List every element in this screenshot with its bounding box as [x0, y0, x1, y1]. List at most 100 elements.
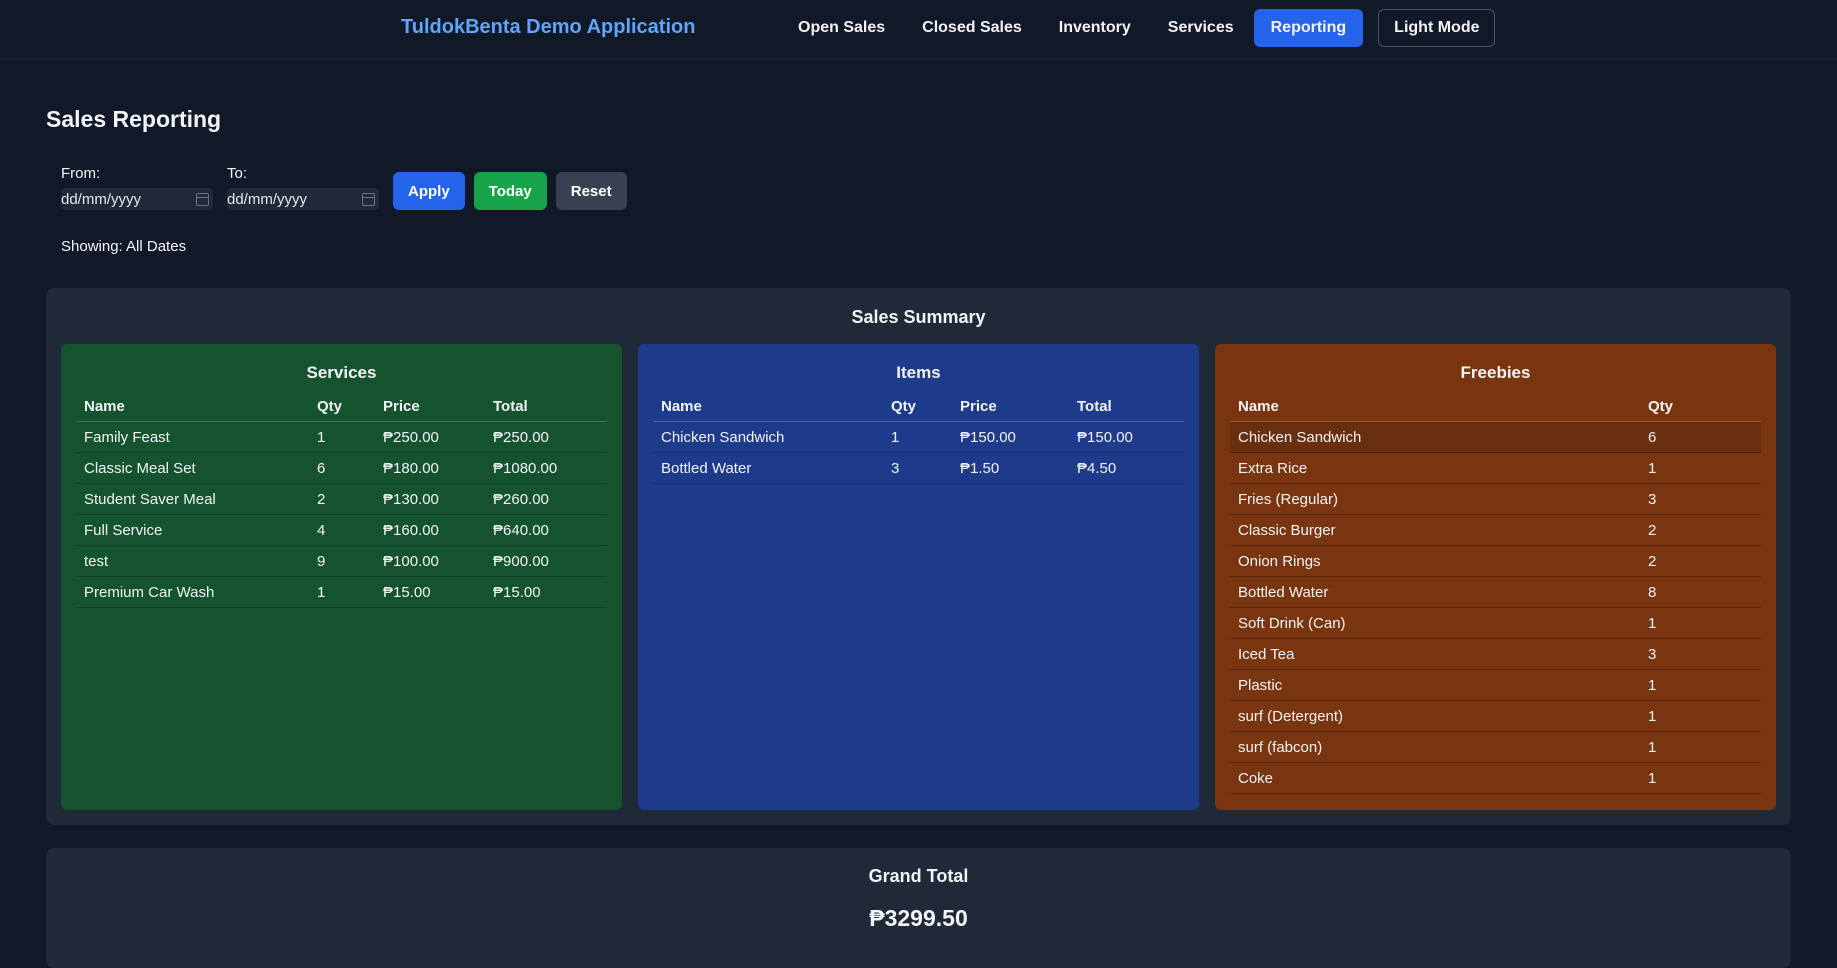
from-date-group: From: dd/mm/yyyy [61, 165, 213, 210]
table-cell: test [76, 545, 309, 577]
grand-total-title: Grand Total [868, 866, 969, 886]
table-cell: ₱900.00 [485, 545, 607, 577]
table-cell: 1 [1640, 700, 1761, 732]
table-cell: Chicken Sandwich [653, 421, 883, 453]
column-header: Total [1069, 391, 1184, 422]
reset-button[interactable]: Reset [555, 172, 627, 210]
table-row: Plastic 1 [1230, 669, 1761, 701]
table-cell: 1 [1640, 452, 1761, 484]
table-row: Onion Rings 2 [1230, 545, 1761, 577]
table-cell: 3 [883, 452, 952, 484]
grand-total-value: ₱3299.50 [869, 905, 968, 931]
showing-range-text: Showing: All Dates [61, 238, 187, 255]
nav-link-open-sales[interactable]: Open Sales [781, 9, 902, 47]
table-cell: ₱1080.00 [485, 452, 607, 484]
table-cell: Bottled Water [653, 452, 883, 484]
table-cell: 2 [1640, 545, 1761, 577]
nav-links: Open Sales Closed Sales Inventory Servic… [781, 9, 1496, 47]
table-row: surf (Detergent) 1 [1230, 700, 1761, 732]
table-cell: Full Service [76, 514, 309, 546]
table-cell: surf (fabcon) [1230, 731, 1640, 763]
table-cell: Extra Rice [1230, 452, 1640, 484]
freebies-table: Name Qty Chicken Sandwich 6 Extra Rice 1 Fri… [1230, 391, 1761, 794]
freebies-table-body: Chicken Sandwich 6 Extra Rice 1 Fries (Regul… [1230, 421, 1761, 794]
table-row: Chicken Sandwich 6 [1230, 421, 1761, 453]
services-table: Name Qty Price Total Family Feast 1 ₱250.0… [76, 391, 607, 608]
from-date-input[interactable]: dd/mm/yyyy [61, 188, 213, 210]
table-cell: 1 [1640, 731, 1761, 763]
to-date-placeholder: dd/mm/yyyy [227, 190, 308, 208]
theme-toggle-button[interactable]: Light Mode [1378, 9, 1496, 47]
nav-link-services[interactable]: Services [1151, 9, 1251, 47]
items-panel: Items Name Qty Price Total Chicken Sandw… [638, 344, 1199, 810]
table-row: test 9 ₱100.00 ₱900.00 [76, 545, 607, 577]
table-row: Bottled Water 3 ₱1.50 ₱4.50 [653, 452, 1184, 484]
table-header-row: Name Qty Price Total [76, 391, 607, 422]
table-row: Family Feast 1 ₱250.00 ₱250.00 [76, 421, 607, 453]
table-cell: 4 [309, 514, 375, 546]
table-cell: Chicken Sandwich [1230, 421, 1640, 453]
table-cell: Student Saver Meal [76, 483, 309, 515]
services-panel: Services Name Qty Price Total Family Fea… [61, 344, 622, 810]
column-header: Name [1230, 391, 1640, 422]
table-cell: ₱15.00 [485, 576, 607, 608]
table-cell: 1 [1640, 607, 1761, 639]
table-cell: ₱100.00 [375, 545, 485, 577]
table-cell: 9 [309, 545, 375, 577]
freebies-panel-title: Freebies [1460, 363, 1531, 382]
nav-link-inventory[interactable]: Inventory [1042, 9, 1148, 47]
to-date-group: To: dd/mm/yyyy [227, 165, 379, 210]
today-button[interactable]: Today [473, 172, 547, 210]
grand-total-card: Grand Total ₱3299.50 [46, 848, 1791, 968]
table-cell: ₱250.00 [485, 421, 607, 453]
table-row: Full Service 4 ₱160.00 ₱640.00 [76, 514, 607, 546]
table-row: Student Saver Meal 2 ₱130.00 ₱260.00 [76, 483, 607, 515]
apply-button[interactable]: Apply [393, 172, 465, 210]
table-cell: ₱640.00 [485, 514, 607, 546]
column-header: Total [485, 391, 607, 422]
table-row: Coke 1 [1230, 762, 1761, 794]
table-cell: Family Feast [76, 421, 309, 453]
table-cell: Iced Tea [1230, 638, 1640, 670]
calendar-icon[interactable] [362, 192, 375, 206]
calendar-icon[interactable] [196, 192, 209, 206]
items-table: Name Qty Price Total Chicken Sandwich 1 ₱1… [653, 391, 1184, 484]
table-row: Classic Burger 2 [1230, 514, 1761, 546]
table-cell: Classic Burger [1230, 514, 1640, 546]
table-cell: ₱180.00 [375, 452, 485, 484]
nav-link-closed-sales[interactable]: Closed Sales [905, 9, 1039, 47]
table-cell: 1 [1640, 762, 1761, 794]
table-row: Premium Car Wash 1 ₱15.00 ₱15.00 [76, 576, 607, 608]
table-cell: ₱160.00 [375, 514, 485, 546]
to-label: To: [227, 165, 248, 182]
top-navbar: TuldokBenta Demo Application Open Sales … [0, 0, 1837, 59]
table-cell: Onion Rings [1230, 545, 1640, 577]
from-date-placeholder: dd/mm/yyyy [61, 190, 142, 208]
table-cell: Classic Meal Set [76, 452, 309, 484]
table-row: Classic Meal Set 6 ₱180.00 ₱1080.00 [76, 452, 607, 484]
page-title: Sales Reporting [46, 106, 222, 132]
table-header-row: Name Qty Price Total [653, 391, 1184, 422]
table-cell: ₱150.00 [1069, 421, 1184, 453]
services-table-body: Family Feast 1 ₱250.00 ₱250.00 Classic Meal … [76, 421, 607, 608]
column-header: Name [653, 391, 883, 422]
table-header-row: Name Qty [1230, 391, 1761, 422]
table-cell: ₱4.50 [1069, 452, 1184, 484]
column-header: Qty [883, 391, 952, 422]
freebies-panel: Freebies Name Qty Chicken Sandwich 6 Extra… [1215, 344, 1776, 810]
table-cell: Coke [1230, 762, 1640, 794]
to-date-input[interactable]: dd/mm/yyyy [227, 188, 379, 210]
table-cell: ₱1.50 [952, 452, 1069, 484]
table-cell: Plastic [1230, 669, 1640, 701]
table-row: Chicken Sandwich 1 ₱150.00 ₱150.00 [653, 421, 1184, 453]
table-cell: 1 [309, 421, 375, 453]
column-header: Qty [309, 391, 375, 422]
table-cell: 8 [1640, 576, 1761, 608]
table-cell: 6 [309, 452, 375, 484]
table-cell: Premium Car Wash [76, 576, 309, 608]
table-row: Soft Drink (Can) 1 [1230, 607, 1761, 639]
items-table-body: Chicken Sandwich 1 ₱150.00 ₱150.00 Bottled W… [653, 421, 1184, 484]
table-row: Bottled Water 8 [1230, 576, 1761, 608]
nav-link-reporting[interactable]: Reporting [1253, 9, 1364, 47]
brand-title[interactable]: TuldokBenta Demo Application [401, 16, 695, 39]
